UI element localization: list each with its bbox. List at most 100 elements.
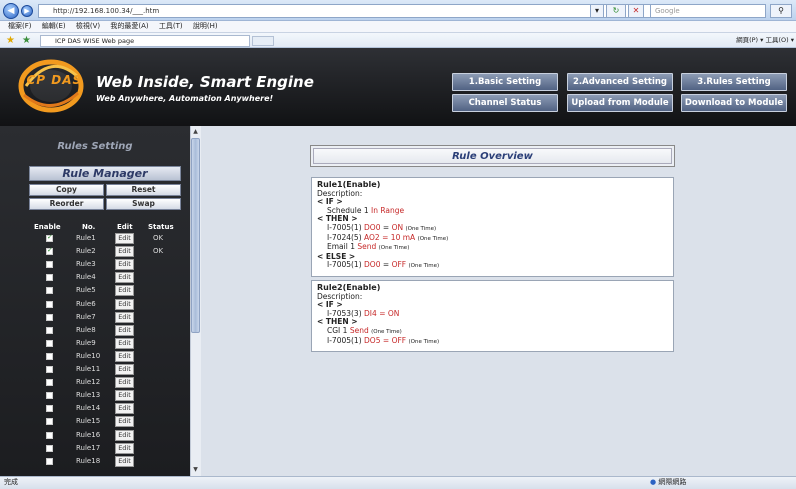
enable-checkbox[interactable] — [46, 313, 53, 321]
enable-checkbox[interactable] — [46, 300, 53, 308]
reorder-button[interactable]: Reorder — [29, 198, 104, 210]
rules-setting-button[interactable]: 3.Rules Setting — [681, 73, 787, 91]
edit-rule-button[interactable]: Edit — [115, 233, 134, 244]
enable-checkbox[interactable] — [46, 379, 53, 387]
rule-row: Rule10 Edit — [0, 350, 190, 364]
add-favorite-icon[interactable]: ★ — [22, 35, 31, 46]
action-target: Email 1 — [327, 242, 355, 252]
condition-value: ON — [387, 308, 400, 318]
edit-rule-button[interactable]: Edit — [115, 455, 134, 467]
menu-favorites[interactable]: 我的最愛(A) — [110, 22, 148, 30]
rule-description: Description: — [317, 291, 363, 301]
rule-number: Rule10 — [76, 351, 101, 360]
edit-rule-button[interactable]: Edit — [115, 259, 134, 271]
edit-rule-button[interactable]: Edit — [115, 246, 134, 258]
edit-rule-button[interactable]: Edit — [115, 285, 134, 297]
enable-checkbox[interactable] — [46, 326, 53, 334]
rule-row: Rule14 Edit — [0, 403, 190, 416]
enable-checkbox[interactable] — [46, 431, 53, 439]
tab-active[interactable]: ICP DAS WISE Web page — [40, 35, 250, 47]
command-bar[interactable]: 網頁(P) ▾ 工具(O) ▾ — [606, 34, 794, 47]
enable-checkbox[interactable] — [46, 352, 53, 360]
enable-checkbox[interactable] — [46, 233, 53, 242]
basic-setting-button[interactable]: 1.Basic Setting — [452, 73, 558, 91]
rule-description: Description: — [317, 188, 363, 198]
action-verb: Send — [357, 242, 377, 252]
enable-checkbox[interactable] — [46, 444, 53, 452]
rule-number: Rule12 — [76, 378, 101, 387]
scroll-thumb[interactable] — [191, 138, 200, 333]
action-op: = — [382, 222, 390, 232]
col-status: Status — [148, 223, 174, 231]
copy-button[interactable]: Copy — [29, 184, 104, 196]
enable-checkbox[interactable] — [46, 261, 53, 269]
upload-from-module-button[interactable]: Upload from Module — [567, 94, 673, 112]
action-module: I-7005(1) — [327, 222, 362, 232]
rule-row: Rule13 Edit — [0, 390, 190, 403]
new-tab-button[interactable] — [252, 36, 274, 46]
search-button[interactable]: ⚲ — [770, 4, 792, 18]
edit-rule-button[interactable]: Edit — [115, 311, 134, 323]
refresh-button[interactable]: ↻ — [606, 4, 626, 18]
edit-rule-button[interactable]: Edit — [115, 298, 134, 310]
action-module: I-7005(1) — [327, 260, 362, 270]
action-value: 10 mA — [390, 232, 416, 242]
search-input[interactable]: Google — [650, 4, 766, 18]
enable-checkbox[interactable] — [46, 418, 53, 426]
edit-rule-button[interactable]: Edit — [115, 416, 134, 428]
edit-rule-button[interactable]: Edit — [115, 403, 134, 415]
edit-rule-button[interactable]: Edit — [115, 350, 134, 362]
action-op: = — [382, 260, 390, 270]
swap-button[interactable]: Swap — [106, 198, 181, 210]
scroll-down-arrow[interactable]: ▼ — [191, 465, 200, 475]
menu-edit[interactable]: 編輯(E) — [42, 22, 66, 30]
action: Email 1 Send (One Time) — [317, 242, 668, 253]
edit-rule-button[interactable]: Edit — [115, 272, 134, 284]
sidebar-title: Rules Setting — [57, 141, 133, 152]
enable-checkbox[interactable] — [46, 246, 53, 256]
edit-rule-button[interactable]: Edit — [115, 377, 134, 389]
back-button[interactable]: ◀ — [3, 3, 19, 19]
enable-checkbox[interactable] — [46, 457, 53, 465]
menu-tools[interactable]: 工具(T) — [159, 22, 183, 30]
download-to-module-button[interactable]: Download to Module — [681, 94, 787, 112]
rule-manager-header: Rule Manager — [29, 166, 181, 181]
enable-checkbox[interactable] — [46, 287, 53, 295]
channel-status-button[interactable]: Channel Status — [452, 94, 558, 112]
col-enable: Enable — [34, 223, 61, 231]
reset-button[interactable]: Reset — [106, 184, 181, 196]
enable-checkbox[interactable] — [46, 274, 53, 282]
menu-help[interactable]: 說明(H) — [193, 22, 218, 30]
rule2-summary: Rule2(Enable) Description: < IF > I-7053… — [311, 280, 674, 352]
stop-button[interactable]: ✕ — [628, 4, 644, 18]
favorites-star-icon[interactable]: ★ — [6, 35, 15, 46]
enable-checkbox[interactable] — [46, 392, 53, 400]
rule-number: Rule13 — [76, 391, 101, 400]
rule-number: Rule4 — [76, 273, 96, 282]
edit-rule-button[interactable]: Edit — [115, 429, 134, 441]
edit-rule-button[interactable]: Edit — [115, 390, 134, 402]
menu-view[interactable]: 檢視(V) — [76, 22, 100, 30]
edit-rule-button[interactable]: Edit — [115, 337, 134, 349]
rule-row: Rule5 Edit — [0, 285, 190, 298]
enable-checkbox[interactable] — [46, 339, 53, 347]
page-subtitle: Web Anywhere, Automation Anywhere! — [96, 94, 274, 103]
edit-rule-button[interactable]: Edit — [115, 324, 134, 336]
rule-row: Rule11 Edit — [0, 364, 190, 377]
rule-row: Rule7 Edit — [0, 311, 190, 325]
rule-number: Rule14 — [76, 404, 101, 413]
rule-row: Rule3 Edit — [0, 259, 190, 272]
rule-row: Rule2 Edit OK — [0, 246, 190, 259]
enable-checkbox[interactable] — [46, 405, 53, 413]
rule-status: OK — [153, 247, 164, 256]
menu-file[interactable]: 檔案(F) — [8, 22, 32, 30]
edit-rule-button[interactable]: Edit — [115, 442, 134, 454]
enable-checkbox[interactable] — [46, 366, 53, 373]
forward-button[interactable]: ▶ — [21, 5, 33, 17]
action-module: I-7005(1) — [327, 335, 362, 345]
advanced-setting-button[interactable]: 2.Advanced Setting — [567, 73, 673, 91]
scroll-up-arrow[interactable]: ▲ — [191, 127, 200, 137]
zone-label: 網際網路 — [658, 478, 687, 486]
dropdown-button[interactable]: ▾ — [590, 4, 604, 18]
edit-rule-button[interactable]: Edit — [115, 364, 134, 375]
